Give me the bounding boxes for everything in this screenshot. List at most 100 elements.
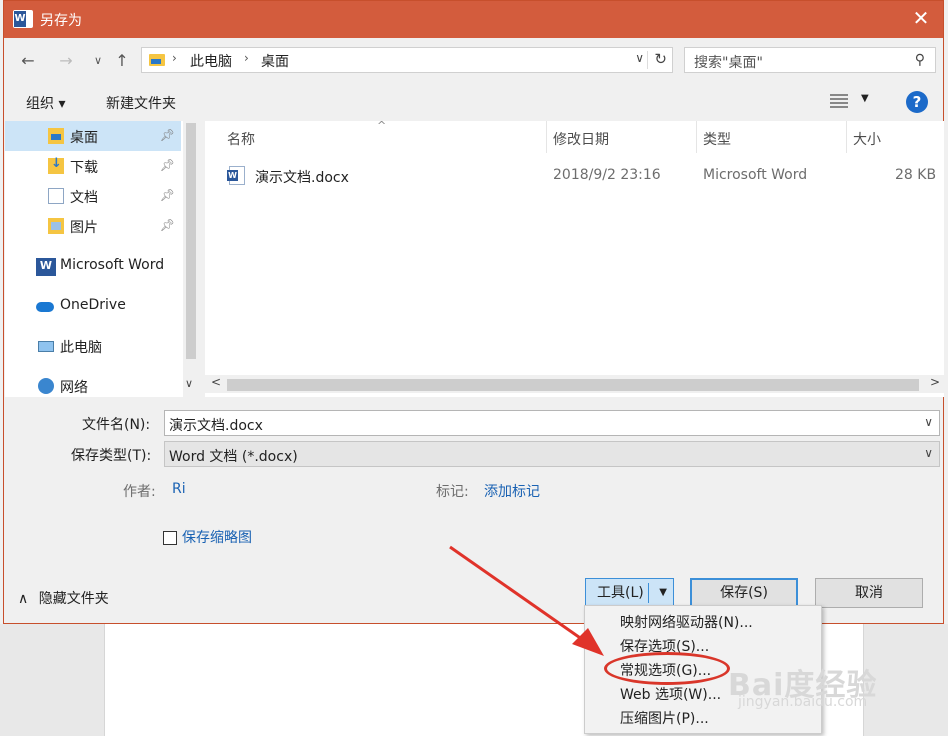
dialog-title: 另存为 (40, 13, 82, 29)
filename-dropdown-icon[interactable]: ∨ (924, 415, 933, 429)
sidebar-item-label: OneDrive (60, 297, 126, 313)
documents-folder-icon (48, 188, 64, 204)
tags-field[interactable]: 添加标记 (484, 481, 540, 501)
command-bar: 组织 ▾ 新建文件夹 ▼ ? (4, 85, 943, 119)
sort-ascending-icon: ^ (377, 119, 387, 132)
up-arrow-icon[interactable]: ↑ (110, 49, 134, 73)
column-header-modified[interactable]: 修改日期 (553, 129, 609, 149)
hide-folders-toggle[interactable]: ∧ 隐藏文件夹 (18, 588, 109, 608)
scrollbar-thumb[interactable] (186, 123, 196, 359)
address-divider (647, 51, 648, 69)
word-app-icon: W (13, 10, 33, 28)
forward-arrow-icon[interactable]: → (54, 49, 78, 73)
sidebar-item-documents[interactable]: 文档 📌︎ (5, 181, 181, 211)
pin-icon[interactable]: 📌︎ (160, 188, 175, 202)
menu-item-compress-pictures[interactable]: 压缩图片(P)... (620, 708, 709, 728)
menu-item-map-network-drive[interactable]: 映射网络驱动器(N)... (620, 612, 753, 632)
chevron-up-icon: ∧ (18, 591, 29, 607)
column-divider[interactable] (696, 121, 697, 153)
file-name-cell[interactable]: 演示文档.docx (255, 167, 349, 187)
pin-icon[interactable]: 📌︎ (160, 158, 175, 172)
column-divider[interactable] (846, 121, 847, 153)
filename-input[interactable]: 演示文档.docx ∨ (164, 410, 940, 436)
pin-icon[interactable]: 📌︎ (160, 218, 175, 232)
sidebar-item-label: 网络 (60, 380, 88, 396)
onedrive-cloud-icon (36, 302, 54, 312)
sidebar-item-onedrive[interactable]: OneDrive (5, 291, 181, 321)
filename-label: 文件名(N): (82, 417, 151, 433)
search-box[interactable]: 搜索"桌面" ⚲ (684, 47, 936, 73)
word-document-icon: W (227, 166, 245, 185)
sidebar-item-desktop[interactable]: 桌面 📌︎ (5, 121, 181, 151)
author-label: 作者: (123, 484, 156, 500)
help-icon[interactable]: ? (906, 91, 928, 113)
scrollbar-thumb[interactable] (227, 379, 919, 391)
filetype-select[interactable]: Word 文档 (*.docx) ∨ (164, 441, 940, 467)
sidebar-item-downloads[interactable]: 下载 📌︎ (5, 151, 181, 181)
desktop-folder-icon (48, 128, 64, 144)
filetype-dropdown-icon[interactable]: ∨ (924, 446, 933, 460)
refresh-icon[interactable]: ↻ (654, 50, 667, 68)
sidebar-item-label: 桌面 (70, 130, 98, 146)
dropdown-caret-icon[interactable]: ▼ (659, 579, 667, 607)
close-icon[interactable]: ✕ (911, 8, 931, 28)
author-field[interactable]: Ri (172, 481, 186, 497)
file-list: ^ 名称 修改日期 类型 大小 W 演示文档.docx 2018/9/2 23:… (205, 119, 944, 397)
network-icon (38, 378, 54, 394)
word-document-icon-badge: W (227, 170, 238, 181)
navigation-pane: 桌面 📌︎ 下载 📌︎ 文档 📌︎ 图片 📌︎ W Microsoft Word… (5, 121, 199, 397)
view-options-icon[interactable] (830, 94, 848, 108)
file-size-cell: 28 KB (895, 167, 937, 183)
scroll-left-chevron-icon[interactable]: < (211, 375, 221, 389)
watermark-url: jingyan.baidu.com (738, 694, 868, 710)
filetype-label: 保存类型(T): (71, 448, 152, 464)
save-button[interactable]: 保存(S) (690, 578, 798, 608)
computer-icon (38, 341, 54, 352)
sidebar-item-this-pc[interactable]: 此电脑 (5, 331, 181, 361)
recent-locations-chevron-icon[interactable]: ∨ (86, 49, 110, 73)
sidebar-item-label: 图片 (70, 220, 98, 236)
organize-menu-button[interactable]: 组织 ▾ (26, 93, 65, 113)
file-modified-cell: 2018/9/2 23:16 (553, 167, 661, 183)
navigation-scrollbar[interactable]: ∨ (183, 121, 199, 397)
desktop-folder-icon (149, 54, 165, 66)
annotation-highlight-oval (604, 652, 730, 685)
column-header-type[interactable]: 类型 (703, 129, 731, 149)
column-header-name[interactable]: 名称 (227, 129, 255, 149)
back-arrow-icon[interactable]: ← (16, 49, 40, 73)
search-icon[interactable]: ⚲ (915, 52, 925, 68)
address-dropdown-icon[interactable]: ∨ (635, 51, 644, 65)
scroll-down-chevron-icon[interactable]: ∨ (185, 377, 193, 390)
sidebar-item-label: 文档 (70, 190, 98, 206)
sidebar-item-label: 此电脑 (60, 340, 102, 356)
button-split-divider (648, 583, 649, 603)
breadcrumb-this-pc[interactable]: 此电脑 (190, 51, 232, 71)
address-bar[interactable]: › 此电脑 › 桌面 ∨ ↻ (141, 47, 673, 73)
new-folder-button[interactable]: 新建文件夹 (106, 93, 176, 113)
column-divider[interactable] (546, 121, 547, 153)
filetype-value: Word 文档 (*.docx) (169, 449, 298, 465)
tools-menu-button[interactable]: 工具(L) ▼ (585, 578, 674, 608)
breadcrumb-desktop[interactable]: 桌面 (261, 51, 289, 71)
menu-item-web-options[interactable]: Web 选项(W)... (620, 684, 721, 704)
sidebar-item-label: Microsoft Word (60, 257, 165, 273)
horizontal-scrollbar[interactable]: < > (205, 375, 944, 393)
save-thumbnail-label[interactable]: 保存缩略图 (182, 527, 252, 547)
breadcrumb-separator-icon: › (172, 51, 177, 65)
title-bar: W 另存为 ✕ (4, 1, 943, 38)
search-placeholder: 搜索"桌面" (694, 55, 763, 71)
scroll-right-chevron-icon[interactable]: > (930, 375, 940, 389)
file-type-cell: Microsoft Word (703, 167, 808, 183)
sidebar-item-microsoft-word[interactable]: W Microsoft Word (5, 251, 181, 281)
sidebar-item-label: 下载 (70, 160, 98, 176)
view-dropdown-icon[interactable]: ▼ (861, 93, 869, 104)
pictures-folder-icon (48, 218, 64, 234)
cancel-button[interactable]: 取消 (815, 578, 923, 608)
column-header-size[interactable]: 大小 (853, 129, 881, 149)
sidebar-item-network[interactable]: 网络 (5, 371, 181, 401)
downloads-folder-icon (48, 156, 64, 174)
pin-icon[interactable]: 📌︎ (160, 128, 175, 142)
sidebar-item-pictures[interactable]: 图片 📌︎ (5, 211, 181, 241)
save-as-dialog: W 另存为 ✕ ← → ∨ ↑ › 此电脑 › 桌面 ∨ ↻ 搜索"桌面" ⚲ … (3, 0, 944, 624)
save-thumbnail-checkbox[interactable] (163, 531, 177, 545)
